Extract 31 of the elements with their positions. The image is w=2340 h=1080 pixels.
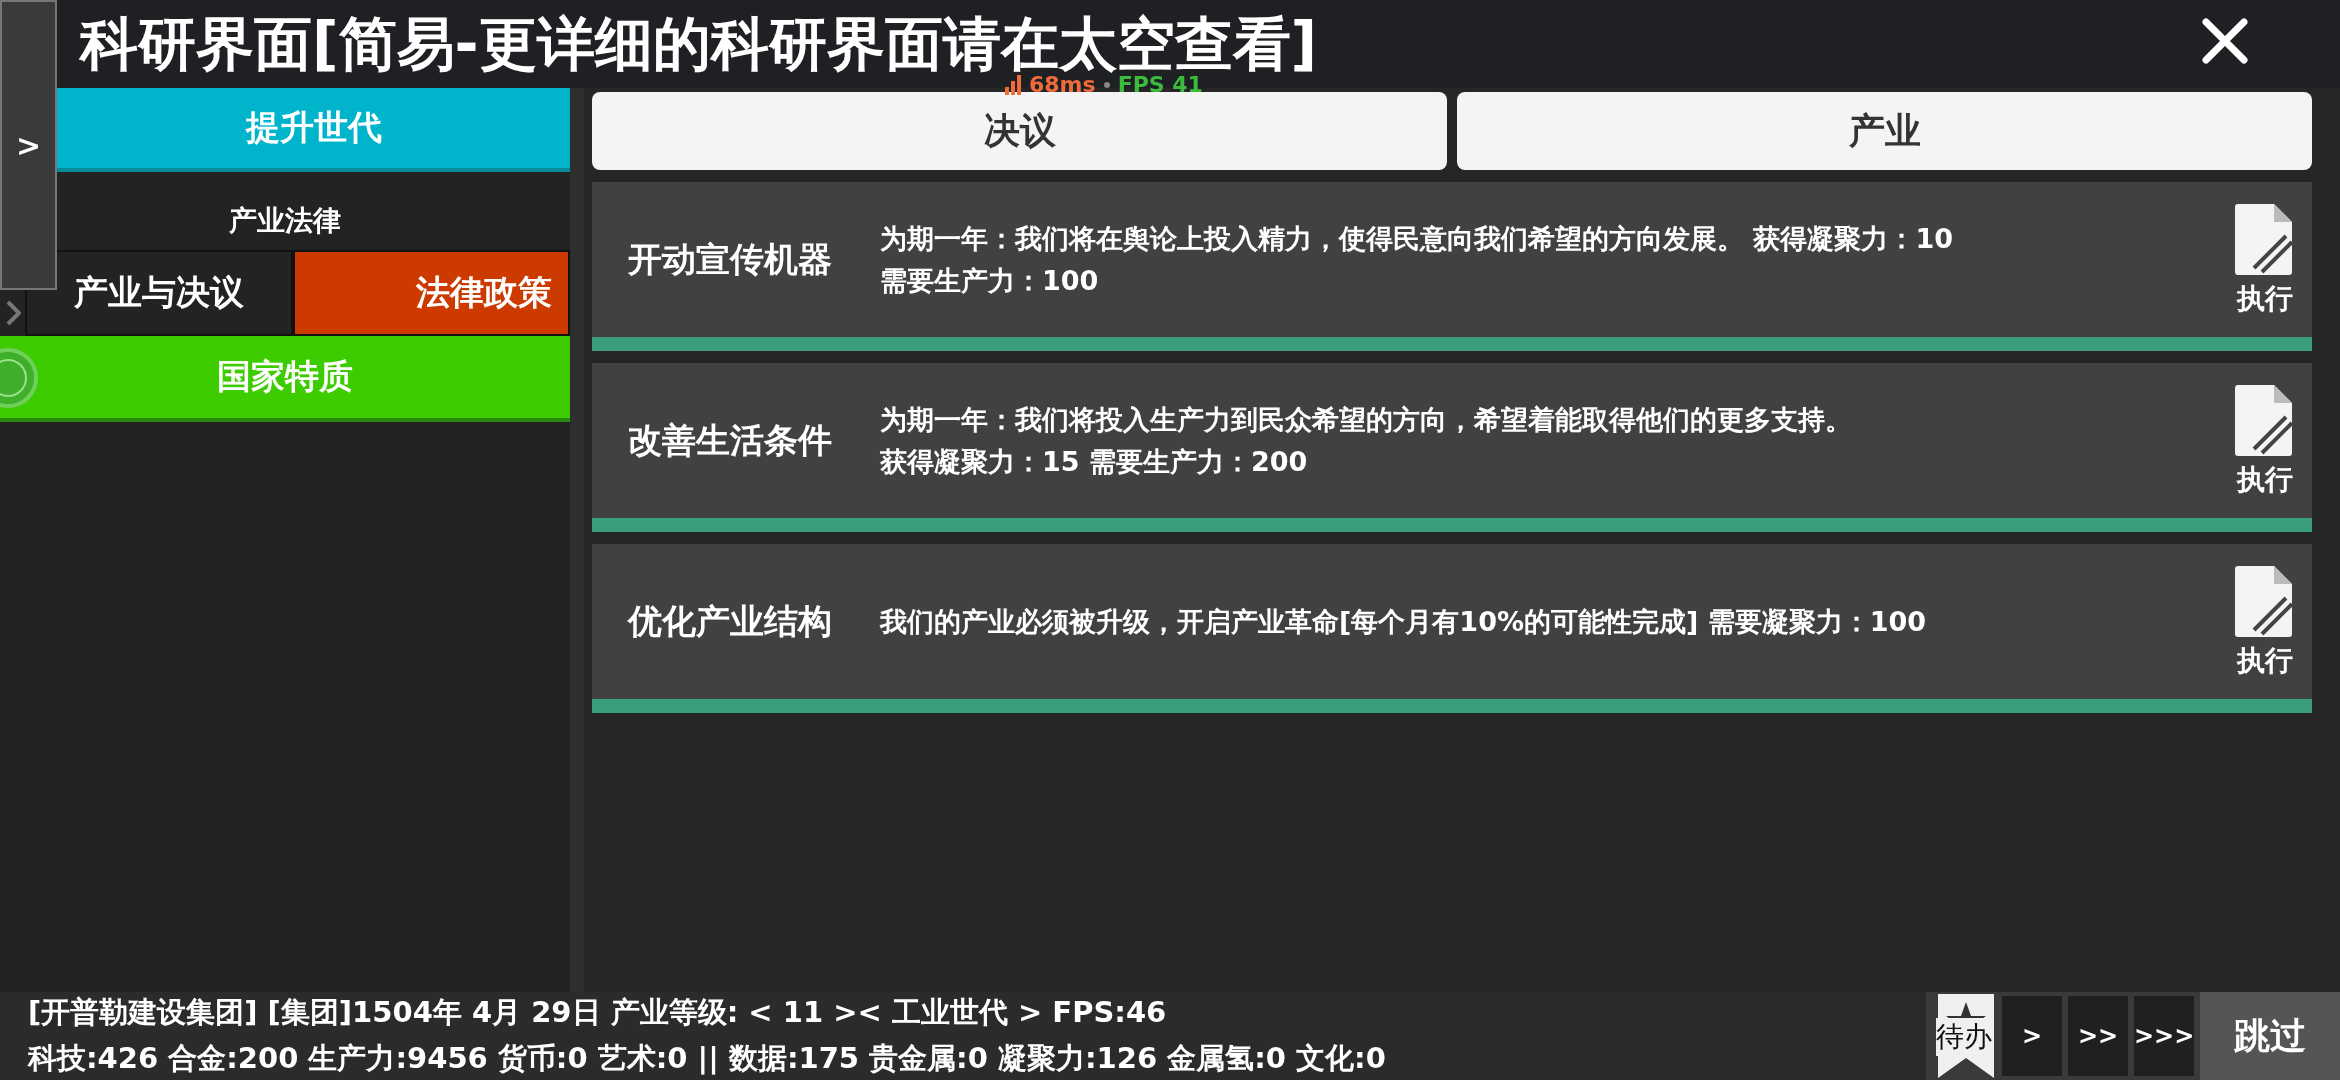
signal-icon [1005,74,1021,95]
tab[interactable]: 产业 [1457,92,2312,170]
speed-button[interactable]: > [2002,996,2062,1076]
chevron-icon [6,300,21,326]
sidebar-tab[interactable]: 法律政策 [292,250,570,336]
action-description: 为期一年：我们将在舆论上投入精力，使得民意向我们希望的方向发展。 获得凝聚力：10 [880,221,1954,256]
action-description: 获得凝聚力：15 需要生产力：200 [880,444,1309,479]
status-text: [开普勒建设集团] [集团]1504年 4月 29日 产业等级: < 11 >< 工业世代 > FPS:46 [28,994,1168,1031]
circle-badge-icon [0,348,40,408]
execute-button[interactable]: 执行 [2218,201,2312,318]
action-description: 为期一年：我们将投入生产力到民众希望的方向，希望着能取得他们的更多支持。 [880,402,1853,437]
todo-button[interactable]: 待办 [1936,992,1996,1080]
section-label: 产业法律 [228,203,342,239]
close-button[interactable] [2202,18,2248,64]
speed-button[interactable]: >>> [2134,996,2194,1076]
separator-dot-icon [1103,81,1110,88]
execute-button[interactable]: 执行 [2218,563,2312,680]
speed-button[interactable]: >> [2068,996,2128,1076]
action-description: 需要生产力：100 [880,263,1100,298]
tab[interactable]: 决议 [592,92,1447,170]
skip-button[interactable]: 跳过 [2200,992,2340,1080]
action-name: 开动宣传机器 [628,237,833,281]
close-icon [2202,18,2248,64]
execute-button[interactable]: 执行 [2218,382,2312,499]
sidebar-tab[interactable]: 产业与决议 [25,250,293,336]
action-name: 优化产业结构 [628,599,833,643]
status-text: 科技:426 合金:200 生产力:9456 货币:0 艺术:0 || 数据:175 贵金属:0 凝聚力:126 金属氢:0 文化:0 [28,1040,1387,1077]
action-name: 改善生活条件 [628,418,833,462]
window-title: 科研界面[简易-更详细的科研界面请在太空查看] [80,13,1318,75]
side-toggle-button[interactable]: > [0,0,57,290]
action-description: 我们的产业必须被升级，开启产业革命[每个月有10%的可能性完成] 需要凝聚力：100 [880,604,1928,639]
